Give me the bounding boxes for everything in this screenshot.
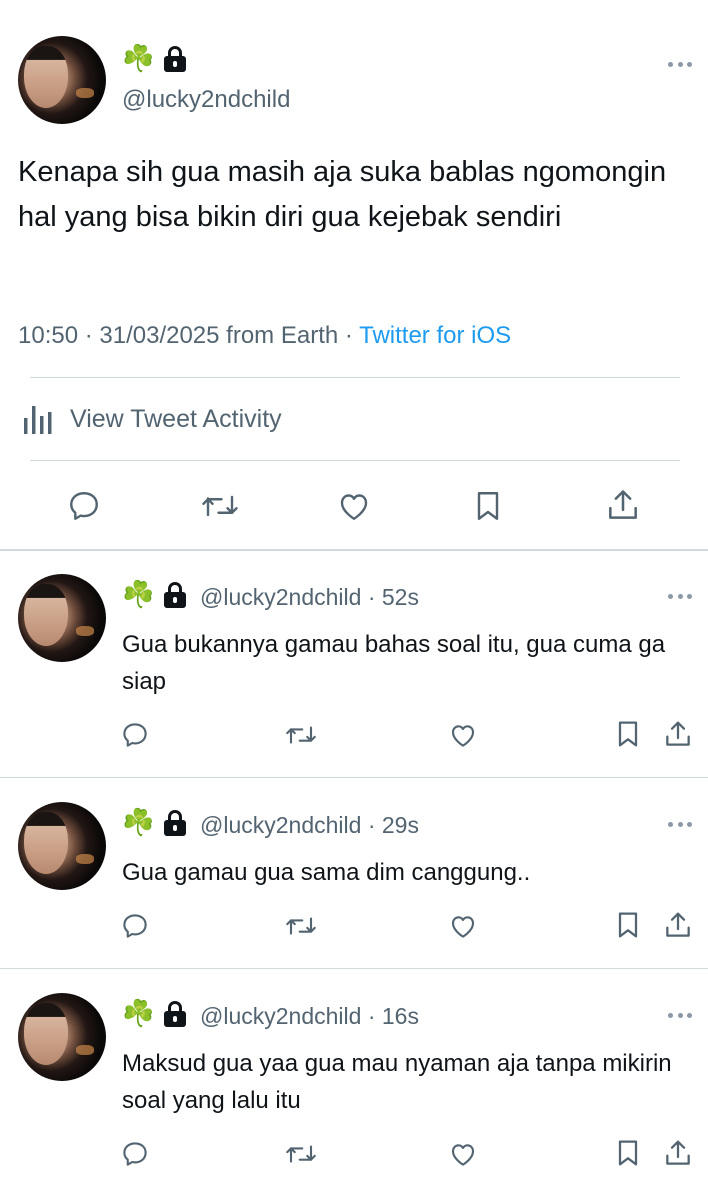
display-name[interactable]: ☘️ <box>122 44 187 74</box>
view-tweet-activity-button[interactable]: View Tweet Activity <box>22 402 282 436</box>
like-icon[interactable] <box>336 488 372 524</box>
divider <box>0 777 708 778</box>
share-icon[interactable] <box>662 718 694 750</box>
bookmark-icon[interactable] <box>612 1137 644 1169</box>
display-name[interactable]: ☘️ <box>122 580 187 610</box>
more-options-icon[interactable] <box>668 1013 692 1019</box>
tweet-meta: 10:50 · 31/03/2025 from Earth · Twitter … <box>18 322 511 350</box>
lock-icon <box>164 1001 187 1027</box>
more-options-icon[interactable] <box>668 822 692 828</box>
bookmark-icon[interactable] <box>612 909 644 941</box>
display-name[interactable]: ☘️ <box>122 999 187 1029</box>
clover-emoji: ☘️ <box>122 999 155 1029</box>
like-icon[interactable] <box>448 1139 478 1169</box>
lock-icon <box>164 582 187 608</box>
divider <box>30 377 680 378</box>
reply-text: Gua gamau gua sama dim canggung.. <box>122 859 531 886</box>
clover-emoji: ☘️ <box>122 44 155 74</box>
retweet-icon[interactable] <box>284 720 318 750</box>
like-icon[interactable] <box>448 720 478 750</box>
reply-icon[interactable] <box>120 911 150 941</box>
divider <box>30 460 680 461</box>
share-icon[interactable] <box>662 909 694 941</box>
display-name[interactable]: ☘️ <box>122 808 187 838</box>
avatar[interactable] <box>18 802 106 890</box>
username-handle[interactable]: @lucky2ndchild · 16s <box>200 1003 419 1030</box>
clover-emoji: ☘️ <box>122 580 155 610</box>
username-handle[interactable]: @lucky2ndchild · 29s <box>200 812 419 839</box>
like-icon[interactable] <box>448 911 478 941</box>
divider <box>0 968 708 969</box>
bookmark-icon[interactable] <box>470 488 506 524</box>
bookmark-icon[interactable] <box>612 718 644 750</box>
retweet-icon[interactable] <box>200 488 240 524</box>
reply-icon[interactable] <box>120 1139 150 1169</box>
tweet-client-link[interactable]: Twitter for iOS <box>359 322 511 349</box>
username-handle[interactable]: @lucky2ndchild · 52s <box>200 584 419 611</box>
view-tweet-activity-label: View Tweet Activity <box>70 404 282 433</box>
reply-text: Gua bukannya gamau bahas soal itu, gua c… <box>122 631 666 695</box>
share-icon[interactable] <box>662 1137 694 1169</box>
avatar[interactable] <box>18 36 106 124</box>
tweet-text: Kenapa sih gua masih aja suka bablas ngo… <box>18 156 667 233</box>
clover-emoji: ☘️ <box>122 808 155 838</box>
avatar[interactable] <box>18 574 106 662</box>
more-options-icon[interactable] <box>668 62 692 68</box>
avatar[interactable] <box>18 993 106 1081</box>
share-icon[interactable] <box>604 486 642 524</box>
reply-icon[interactable] <box>66 488 102 524</box>
divider <box>0 549 708 551</box>
lock-icon <box>164 810 187 836</box>
tweet-timestamp: 10:50 · 31/03/2025 from Earth · <box>18 322 360 349</box>
reply-icon[interactable] <box>120 720 150 750</box>
bar-chart-icon <box>24 406 52 434</box>
retweet-icon[interactable] <box>284 1139 318 1169</box>
username-handle[interactable]: @lucky2ndchild <box>122 86 290 114</box>
lock-icon <box>164 46 187 72</box>
reply-text: Maksud gua yaa gua mau nyaman aja tanpa … <box>122 1050 672 1114</box>
more-options-icon[interactable] <box>668 594 692 600</box>
retweet-icon[interactable] <box>284 911 318 941</box>
